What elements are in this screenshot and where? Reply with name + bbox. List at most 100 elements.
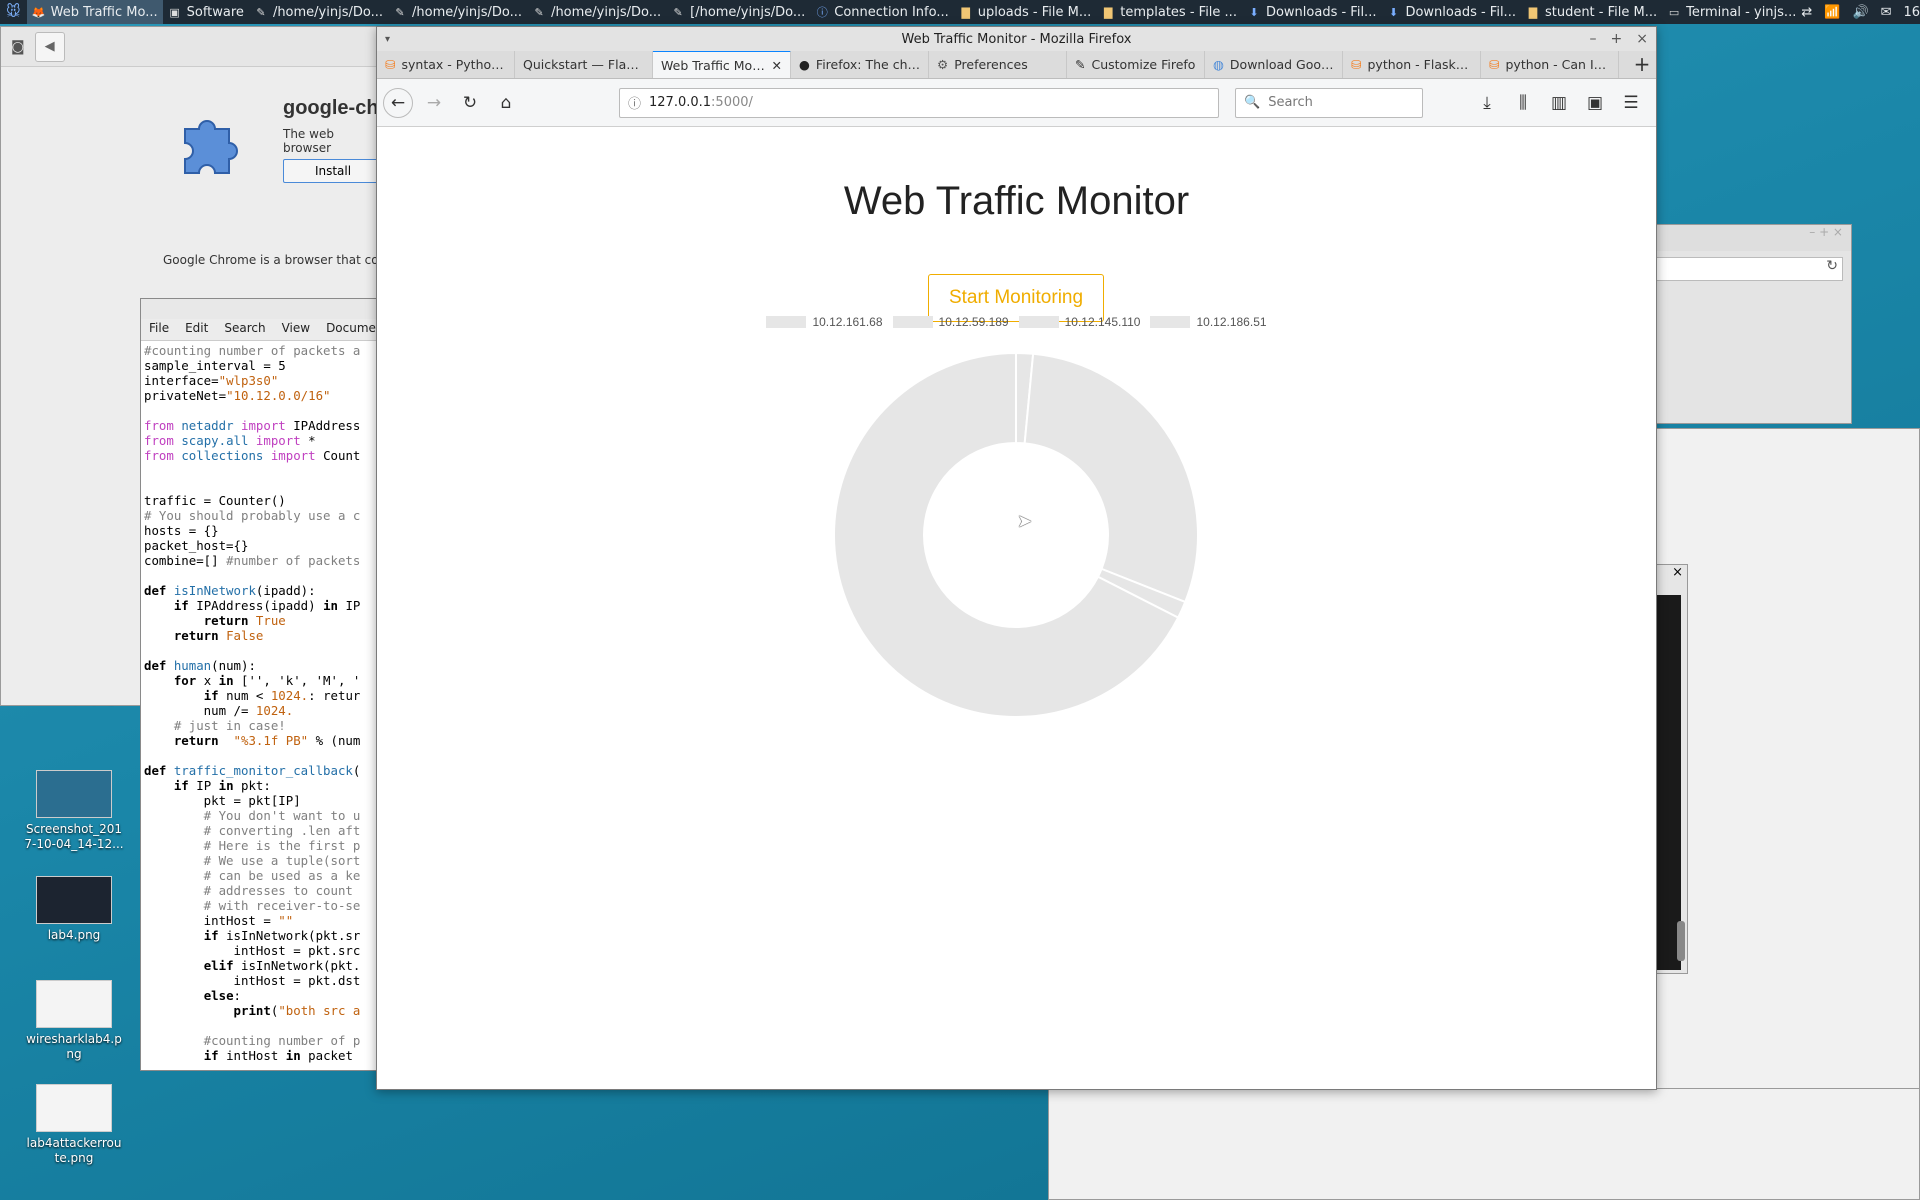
downloads-icon[interactable]: ⤓ — [1472, 88, 1502, 118]
reload-icon[interactable]: ↻ — [455, 88, 485, 118]
editor-menu-item[interactable]: Search — [224, 321, 265, 338]
code-token: traffic = Counter() — [144, 493, 286, 508]
editor-menu-item[interactable]: Edit — [185, 321, 208, 338]
taskbar-item[interactable]: 🦊 Web Traffic Mo... — [26, 0, 163, 24]
editor-menu-item[interactable]: View — [282, 321, 310, 338]
code-token: for — [173, 673, 204, 688]
taskbar-item[interactable]: ⓘ Connection Info... — [810, 0, 953, 24]
brush-icon: ✎ — [1075, 56, 1086, 72]
code-line: # just in case! — [144, 718, 376, 733]
code-token: in — [218, 778, 242, 793]
taskbar-item[interactable]: ▭ Terminal - yinjs... — [1662, 0, 1801, 24]
code-line: combine=[] #number of packets — [144, 553, 376, 568]
wifi-icon[interactable]: 📶 — [1824, 5, 1840, 20]
taskbar-item[interactable]: ▇ templates - File ... — [1096, 0, 1242, 24]
sidebar-icon[interactable]: ▥ — [1544, 88, 1574, 118]
editor-menu-item[interactable]: File — [149, 321, 169, 338]
desktop-icon[interactable]: Screenshot_201 7-10-04_14-12... — [24, 770, 124, 852]
legend-item[interactable]: 10.12.59.189 — [892, 315, 1009, 329]
so-icon: ⛁ — [1489, 56, 1500, 72]
taskbar-item[interactable]: ▣ Software — [163, 0, 249, 24]
taskbar-item[interactable]: ⬇ Downloads - Fil... — [1381, 0, 1521, 24]
browser-tab-label: Web Traffic Monit — [661, 57, 766, 73]
taskbar-item-label: /home/yinjs/Do... — [272, 4, 383, 20]
code-line: def human(num): — [144, 658, 376, 673]
reload-icon[interactable]: ↻ — [1651, 257, 1843, 281]
home-icon[interactable]: ⌂ — [491, 88, 521, 118]
browser-tab[interactable]: ⛁ python - Can I ser — [1481, 50, 1619, 78]
code-token: #number of packets — [226, 553, 361, 568]
browser-tab[interactable]: ⚙ Preferences — [929, 50, 1067, 78]
code-token: import — [270, 448, 324, 463]
maximize-icon[interactable]: + — [1611, 31, 1623, 47]
taskbar-item[interactable]: ✎ /home/yinjs/Do... — [249, 0, 388, 24]
install-button[interactable]: Install — [283, 159, 383, 183]
folder-icon: ▇ — [1528, 5, 1538, 19]
browser-tab[interactable]: ◍ Download Google — [1205, 50, 1343, 78]
browser-tab[interactable]: ● Firefox: The chara — [791, 50, 929, 78]
taskbar-item[interactable]: ✎ /home/yinjs/Do... — [527, 0, 666, 24]
close-tab-icon[interactable]: ✕ — [772, 58, 782, 73]
taskbar-item[interactable]: ✎ [/home/yinjs/Do... — [666, 0, 810, 24]
taskbar-item[interactable]: ▇ uploads - File M... — [954, 0, 1097, 24]
legend-item[interactable]: 10.12.145.110 — [1018, 315, 1140, 329]
desktop-icon[interactable]: wiresharklab4.p ng — [24, 980, 124, 1062]
taskbar-item[interactable]: ▇ student - File M... — [1521, 0, 1662, 24]
new-tab-button[interactable]: + — [1628, 50, 1656, 78]
browser-tab[interactable]: ✎ Customize Firefo — [1067, 50, 1205, 78]
desktop-icon[interactable]: lab4.png — [24, 876, 124, 943]
hamburger-menu-icon[interactable]: ☰ — [1616, 88, 1646, 118]
close-icon[interactable]: × — [1636, 31, 1648, 47]
background-window-3[interactable] — [1048, 1088, 1920, 1200]
code-token: privateNet= — [144, 388, 227, 403]
terminal-scrollbar[interactable] — [1677, 921, 1685, 961]
browser-tab[interactable]: Web Traffic Monit ✕ — [653, 50, 791, 78]
library-icon[interactable]: ⫼ — [1508, 88, 1538, 118]
code-line: return False — [144, 628, 376, 643]
whisker-menu-button[interactable]: 🐭 — [0, 0, 27, 24]
volume-icon[interactable]: 🔊 — [1852, 5, 1868, 20]
code-line: intHost = pkt.dst — [144, 973, 376, 988]
editor-menubar: File Edit Search View Document — [141, 319, 379, 341]
search-bar[interactable]: 🔍 Search — [1235, 87, 1423, 118]
background-window-1[interactable]: – + × ↻ — [1650, 224, 1852, 424]
taskbar-item[interactable]: ✎ /home/yinjs/Do... — [388, 0, 527, 24]
url-path: :5000/ — [711, 95, 753, 110]
back-icon[interactable]: ← — [383, 87, 413, 118]
code-line: else: — [144, 988, 376, 1003]
browser-tab[interactable]: ⛁ python - Flask Do — [1343, 50, 1481, 78]
taskbar-item-label: Downloads - Fil... — [1265, 4, 1377, 20]
text-editor-window[interactable]: File Edit Search View Document #counting num… — [140, 298, 380, 1071]
editor-menu-item[interactable]: Document — [326, 321, 379, 338]
taskbar-item[interactable]: ⬇ Downloads - Fil... — [1242, 0, 1382, 24]
mail-icon[interactable]: ✉ — [1881, 5, 1892, 20]
browser-tab[interactable]: ⛁ syntax - Python: S — [377, 50, 515, 78]
code-line: from netaddr import IPAddress — [144, 418, 376, 433]
network-arrows-icon[interactable]: ⇄ — [1801, 5, 1812, 20]
code-token: intHost = — [144, 913, 279, 928]
taskbar-item-label: uploads - File M... — [977, 4, 1092, 20]
back-button[interactable]: ◀ — [34, 31, 65, 62]
camera-icon[interactable]: ◙ — [11, 39, 25, 55]
url-bar[interactable]: ⓘ 127.0.0.1:5000/ — [619, 87, 1219, 118]
desktop-icon[interactable]: lab4attackerrou te.png — [24, 1084, 124, 1166]
background-window-2[interactable] — [1650, 428, 1920, 1200]
legend-item[interactable]: 10.12.186.51 — [1150, 315, 1267, 329]
window-menu-icon[interactable]: ▾ — [385, 34, 390, 45]
traffic-doughnut-chart[interactable] — [832, 351, 1200, 719]
doughnut-slice-10-12-59-189[interactable] — [1023, 352, 1199, 604]
firefox-window[interactable]: ▾ Web Traffic Monitor - Mozilla Firefox … — [376, 26, 1657, 1090]
legend-item[interactable]: 10.12.161.68 — [766, 315, 883, 329]
legend-swatch — [1150, 316, 1191, 328]
minimize-icon[interactable]: – — [1590, 31, 1597, 47]
forward-icon[interactable]: → — [419, 88, 449, 118]
page-info-icon[interactable]: ⓘ — [628, 93, 641, 112]
clock[interactable]: 16 Nov, 21:53 — [1904, 5, 1920, 20]
browser-tab[interactable]: Quickstart — Flask D — [515, 50, 653, 78]
pocket-icon[interactable]: ▣ — [1580, 88, 1610, 118]
editor-code-area[interactable]: #counting number of packets a sample_inte… — [141, 341, 379, 1065]
legend-swatch — [766, 316, 807, 328]
